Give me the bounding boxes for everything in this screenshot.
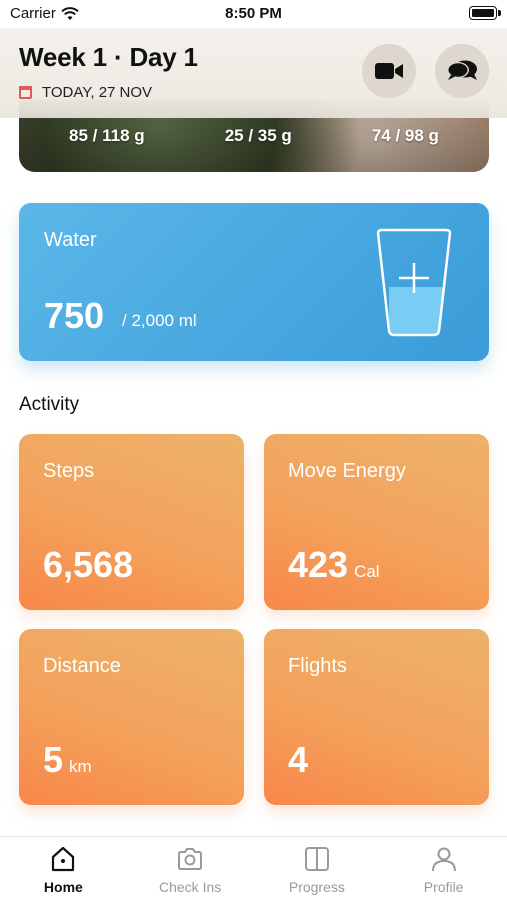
video-button[interactable]	[362, 44, 416, 98]
calendar-icon	[19, 86, 32, 99]
water-value: 750	[44, 295, 105, 336]
tab-check-ins-label: Check Ins	[159, 879, 222, 895]
battery-icon	[469, 6, 501, 20]
flights-number: 4	[288, 739, 309, 780]
distance-label: Distance	[43, 655, 121, 677]
steps-value: 6,568	[43, 544, 133, 586]
page-title: Week 1 · Day 1	[19, 42, 198, 72]
macro-fat: 25 / 35 g	[224, 126, 292, 145]
move-energy-unit: Cal	[354, 562, 380, 581]
steps-number: 6,568	[43, 544, 134, 585]
clock: 8:50 PM	[225, 5, 282, 22]
move-energy-label: Move Energy	[288, 460, 406, 482]
camera-icon	[178, 848, 203, 870]
water-label: Water	[44, 229, 97, 251]
date-label: TODAY, 27 NOV	[42, 84, 153, 101]
tab-home-label: Home	[43, 879, 83, 895]
distance-number: 5	[43, 739, 64, 780]
distance-value: 5 km	[43, 739, 92, 781]
header: Week 1 · Day 1 TODAY, 27 NOV	[0, 28, 507, 118]
date-row: TODAY, 27 NOV	[19, 84, 152, 101]
tab-progress[interactable]: Progress	[254, 837, 381, 900]
tab-home[interactable]: Home	[0, 837, 127, 900]
tab-profile-label: Profile	[423, 879, 464, 895]
chat-button[interactable]	[435, 44, 489, 98]
flights-label: Flights	[288, 655, 347, 677]
profile-icon	[431, 847, 456, 872]
move-energy-number: 423	[288, 544, 349, 585]
move-energy-card[interactable]: Move Energy 423 Cal	[264, 434, 489, 610]
steps-label: Steps	[43, 460, 95, 482]
home-icon	[52, 846, 75, 872]
flights-value: 4	[288, 739, 308, 781]
tab-profile[interactable]: Profile	[380, 837, 507, 900]
distance-card[interactable]: Distance 5 km	[19, 629, 244, 805]
distance-unit: km	[69, 757, 92, 776]
tab-check-ins[interactable]: Check Ins	[127, 837, 254, 900]
water-card[interactable]: Water 750 / 2,000 ml	[19, 203, 489, 361]
flights-card[interactable]: Flights 4	[264, 629, 489, 805]
tab-bar: Home Check Ins Progress Profile	[0, 836, 507, 900]
tab-progress-label: Progress	[288, 879, 345, 895]
macros-row: 85 / 118 g 25 / 35 g 74 / 98 g	[19, 126, 489, 146]
video-camera-icon	[375, 63, 403, 79]
progress-icon	[304, 847, 329, 871]
water-glass-add-icon[interactable]	[375, 227, 453, 339]
move-energy-value: 423 Cal	[288, 544, 380, 586]
status-bar: Carrier 8:50 PM	[0, 0, 507, 28]
water-goal: / 2,000 ml	[122, 311, 197, 330]
macro-carbs: 74 / 98 g	[371, 126, 439, 145]
steps-card[interactable]: Steps 6,568	[19, 434, 244, 610]
chat-bubbles-icon	[447, 60, 477, 80]
macro-protein: 85 / 118 g	[69, 126, 145, 145]
activity-heading: Activity	[19, 394, 80, 415]
